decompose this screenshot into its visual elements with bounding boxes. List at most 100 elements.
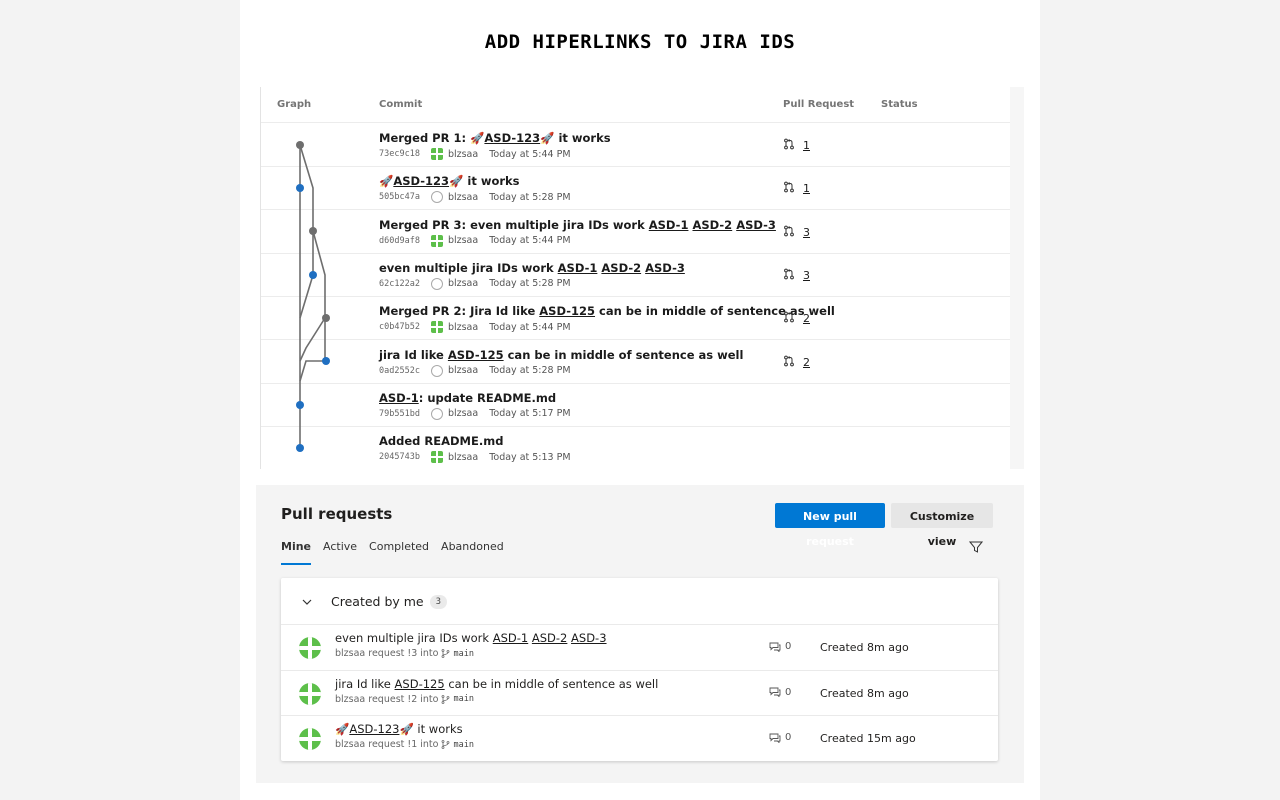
- comment-icon: [769, 642, 781, 652]
- pr-group-count: 3: [429, 594, 448, 609]
- commit-author: blzsaa: [447, 148, 479, 160]
- commit-hash[interactable]: 2045743b: [379, 452, 420, 462]
- jira-link[interactable]: ASD-125: [448, 348, 504, 362]
- message-text: 🚀: [379, 174, 394, 189]
- jira-link[interactable]: ASD-3: [645, 261, 685, 275]
- pull-request-link[interactable]: 2: [803, 312, 810, 325]
- commit-author: blzsaa: [447, 365, 479, 376]
- jira-link[interactable]: ASD-123: [484, 131, 540, 145]
- commit-message[interactable]: Merged PR 1: 🚀ASD-123🚀 it works: [379, 131, 611, 145]
- commit-row[interactable]: Added README.md 2045743b blzsaa Today at 5:…: [261, 426, 1011, 469]
- chevron-down-icon[interactable]: [301, 596, 313, 608]
- commit-row[interactable]: ASD-1: update README.md 79b551bd blzsaa Tod…: [261, 383, 1011, 427]
- commit-meta: 2045743b blzsaa Today at 5:13 PM: [379, 451, 571, 464]
- page-title: ADD HIPERLINKS TO JIRA IDS: [484, 31, 796, 53]
- commit-meta: 0ad2552c blzsaa Today at 5:28 PM: [379, 364, 571, 377]
- jira-link[interactable]: ASD-1: [649, 218, 689, 232]
- tab-completed[interactable]: Completed: [369, 540, 429, 565]
- pr-tabs: Mine Active Completed Abandoned: [281, 540, 516, 565]
- comment-count: 0: [769, 641, 791, 652]
- jira-link[interactable]: ASD-2: [532, 631, 568, 645]
- pull-request-icon: [783, 311, 795, 326]
- commit-message[interactable]: Added README.md: [379, 434, 503, 448]
- pull-request-link[interactable]: 2: [803, 356, 810, 369]
- commit-time: Today at 5:17 PM: [489, 408, 571, 420]
- commit-message[interactable]: ASD-1: update README.md: [379, 391, 556, 405]
- jira-link[interactable]: ASD-2: [692, 218, 732, 232]
- commit-time: Today at 5:28 PM: [489, 191, 571, 203]
- pr-subtitle: blzsaa request !3 into main: [335, 648, 474, 659]
- commit-row[interactable]: Merged PR 1: 🚀ASD-123🚀 it works 73ec9c18 b…: [261, 123, 1011, 167]
- commit-hash[interactable]: c0b47b52: [379, 322, 420, 332]
- message-text: even multiple jira IDs work: [379, 260, 558, 275]
- avatar: [299, 682, 321, 705]
- pull-request-link[interactable]: 3: [803, 269, 810, 282]
- filter-icon[interactable]: [969, 540, 983, 554]
- jira-link[interactable]: ASD-123: [393, 174, 449, 188]
- tab-mine[interactable]: Mine: [281, 540, 312, 565]
- pull-requests-section: Pull requests New pull request Customize…: [256, 485, 1024, 783]
- jira-link[interactable]: ASD-3: [571, 631, 607, 645]
- commit-hash[interactable]: 0ad2552c: [379, 366, 420, 376]
- comment-count: 0: [769, 687, 791, 698]
- pr-subtitle: blzsaa request !2 into main: [335, 694, 474, 705]
- commit-hash[interactable]: 79b551bd: [379, 409, 420, 419]
- column-header-graph[interactable]: Graph: [277, 99, 311, 110]
- pull-request-row[interactable]: jira Id like ASD-125 can be in middle of…: [281, 669, 998, 716]
- pull-request-link[interactable]: 1: [803, 139, 810, 152]
- jira-link[interactable]: ASD-2: [601, 261, 641, 275]
- jira-link[interactable]: ASD-1: [493, 631, 529, 645]
- pr-created-time: Created 8m ago: [820, 641, 909, 654]
- commit-message[interactable]: Merged PR 2: Jira Id like ASD-125 can be…: [379, 304, 835, 318]
- commit-hash[interactable]: 73ec9c18: [379, 149, 420, 159]
- tab-active[interactable]: Active: [323, 540, 357, 565]
- graph-edge: [299, 274, 314, 319]
- commit-message[interactable]: jira Id like ASD-125 can be in middle of…: [379, 348, 743, 362]
- column-header-pull-request[interactable]: Pull Request: [783, 99, 854, 110]
- jira-link[interactable]: ASD-1: [558, 261, 598, 275]
- commit-row[interactable]: Merged PR 3: even multiple jira IDs work…: [261, 210, 1011, 254]
- pr-title[interactable]: 🚀ASD-123🚀 it works: [335, 722, 463, 736]
- message-text: can be in middle of sentence as well: [444, 676, 659, 691]
- commit-row[interactable]: jira Id like ASD-125 can be in middle of…: [261, 340, 1011, 384]
- commit-row[interactable]: 🚀ASD-123🚀 it works 505bc47a blzsaa Today at…: [261, 166, 1011, 211]
- customize-view-button[interactable]: Customize view: [891, 503, 993, 548]
- pr-subtitle: blzsaa request !1 into main: [335, 739, 474, 750]
- jira-link[interactable]: ASD-125: [539, 304, 595, 318]
- branch-icon: [442, 649, 450, 658]
- column-header-status[interactable]: Status: [881, 99, 918, 110]
- pr-title[interactable]: jira Id like ASD-125 can be in middle of…: [335, 677, 658, 691]
- pull-request-cell: 2: [783, 311, 810, 326]
- new-pull-request-button[interactable]: New pull request: [775, 503, 885, 548]
- commits-scrollbar[interactable]: [1010, 87, 1024, 469]
- comment-count-value: 0: [785, 641, 792, 652]
- message-text: Merged PR 2: Jira Id like: [379, 304, 540, 319]
- comment-icon: [769, 687, 781, 697]
- pr-title[interactable]: even multiple jira IDs work ASD-1 ASD-2 …: [335, 631, 607, 645]
- graph-node-commit: [296, 184, 304, 192]
- commit-hash[interactable]: d60d9af8: [379, 236, 420, 246]
- commit-message[interactable]: Merged PR 3: even multiple jira IDs work…: [379, 218, 776, 232]
- commit-row[interactable]: Merged PR 2: Jira Id like ASD-125 can be…: [261, 296, 1011, 341]
- commit-hash[interactable]: 62c122a2: [379, 279, 420, 289]
- pull-request-row[interactable]: even multiple jira IDs work ASD-1 ASD-2 …: [281, 624, 998, 670]
- message-text: can be in middle of sentence as well: [503, 347, 744, 362]
- column-header-commit[interactable]: Commit: [379, 99, 422, 110]
- commit-message[interactable]: 🚀ASD-123🚀 it works: [379, 174, 520, 188]
- pull-request-row[interactable]: 🚀ASD-123🚀 it works blzsaa request !1 into…: [281, 715, 998, 761]
- avatar: [430, 277, 443, 290]
- jira-link[interactable]: ASD-123: [349, 722, 399, 736]
- commit-hash[interactable]: 505bc47a: [379, 192, 420, 202]
- pr-group-header[interactable]: Created by me 3: [301, 594, 448, 609]
- commit-message[interactable]: even multiple jira IDs work ASD-1 ASD-2 …: [379, 261, 685, 275]
- jira-link[interactable]: ASD-3: [736, 218, 776, 232]
- pull-request-link[interactable]: 1: [803, 182, 810, 195]
- tab-abandoned[interactable]: Abandoned: [441, 540, 504, 565]
- jira-link[interactable]: ASD-125: [395, 677, 445, 691]
- pull-request-link[interactable]: 3: [803, 226, 810, 239]
- commit-row[interactable]: even multiple jira IDs work ASD-1 ASD-2 …: [261, 253, 1011, 297]
- jira-link[interactable]: ASD-1: [379, 391, 419, 405]
- commit-author: blzsaa: [447, 191, 479, 203]
- message-text: 🚀 it works: [449, 174, 520, 189]
- branch-icon: [442, 740, 450, 749]
